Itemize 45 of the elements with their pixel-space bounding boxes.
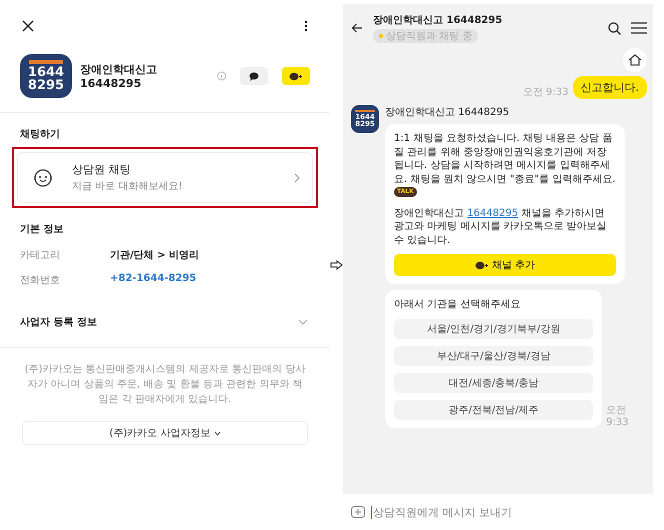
- back-arrow-icon[interactable]: [351, 23, 363, 33]
- sender-name: 장애인학대신고 16448295: [385, 106, 510, 119]
- speech-bubble-icon: [249, 72, 259, 80]
- info-label: 카테고리: [20, 249, 61, 262]
- logo: 1644 8295: [20, 54, 72, 98]
- message-time: 오전 9:33: [606, 404, 630, 428]
- section-title: 기본 정보: [19, 223, 64, 237]
- profile-name: 장애인학대신고 16448295: [80, 62, 158, 90]
- section-title: 사업자 등록 정보: [20, 316, 97, 329]
- channel-link[interactable]: 16448295: [467, 208, 518, 218]
- menu-icon[interactable]: [631, 22, 647, 34]
- add-channel-button[interactable]: [282, 67, 310, 85]
- card-subtitle: 지금 바로 대화해보세요!: [72, 180, 184, 193]
- status-badge: 상담직원과 채팅 중: [373, 29, 478, 43]
- more-icon[interactable]: [304, 20, 308, 32]
- card-title: 상담원 채팅: [72, 162, 132, 177]
- chevron-down-icon: [214, 431, 221, 436]
- option-button[interactable]: 서울/인천/경기/경기북부/강원: [394, 318, 594, 338]
- disclaimer-text: (주)카카오는 통신판매중개시스템의 제공자로 통신판매의 당사자가 아니며 상품의 주문, 배송 및 환불 등과 관련한 의무와 책임은 각 판매자에게 있습니다.: [24, 363, 306, 407]
- info-value: 기관/단체 > 비영리: [110, 249, 199, 262]
- chat-button[interactable]: [240, 67, 268, 85]
- add-channel-button[interactable]: 채널 추가: [394, 254, 616, 276]
- company-info-button[interactable]: (주)카카오 사업자정보: [22, 421, 308, 445]
- plus-icon[interactable]: [351, 506, 365, 518]
- message-text: 장애인학대신고 16448295 채널을 추가하시면 광고와 마케팅 메시지를 카카오톡으로 받아보실 수 있습니다.: [394, 206, 608, 247]
- option-button[interactable]: 부산/대구/울산/경북/경남: [394, 346, 594, 366]
- section-title: 채팅하기: [19, 128, 61, 142]
- arrow-icon: [330, 260, 343, 270]
- agent-chat-card[interactable]: 상담원 채팅 지금 바로 대화해보세요!: [17, 152, 313, 203]
- option-button[interactable]: 광주/전북/전남/제주: [394, 400, 594, 420]
- chat-title: 장애인학대신고 16448295: [373, 14, 504, 27]
- home-button[interactable]: [623, 48, 647, 72]
- close-icon[interactable]: [22, 20, 34, 32]
- home-icon: [628, 54, 642, 66]
- chat-plus-icon: [289, 72, 303, 80]
- info-label: 전화번호: [20, 274, 61, 287]
- search-icon[interactable]: [608, 22, 621, 34]
- message-time: 오전 9:33: [522, 86, 568, 99]
- chevron-right-icon: [294, 172, 300, 182]
- message-input[interactable]: 상담직원에게 메시지 보내기: [371, 506, 593, 518]
- phone-link[interactable]: +82-1644-8295: [110, 273, 196, 287]
- sent-message: 신고합니다.: [572, 76, 647, 99]
- option-button[interactable]: 대전/세종/충북/충남: [394, 372, 594, 392]
- chat-plus-icon: [474, 260, 489, 270]
- message-text: 아래서 기관을 선택해주세요: [394, 298, 522, 312]
